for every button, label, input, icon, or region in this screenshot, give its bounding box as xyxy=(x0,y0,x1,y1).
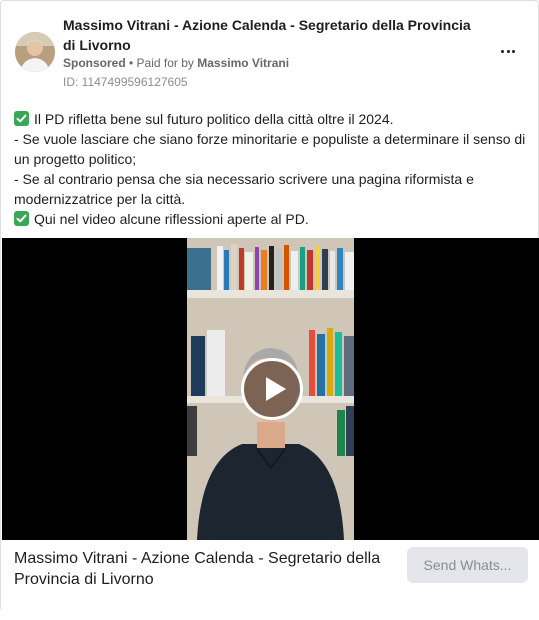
body-line-3: - Se al contrario pensa che sia necessar… xyxy=(14,171,478,207)
sponsored-line: Sponsored • Paid for by Massimo Vitrani xyxy=(63,55,289,71)
ad-id: ID: 1147499596127605 xyxy=(63,75,188,89)
advertiser-name[interactable]: Massimo Vitrani - Azione Calenda - Segre… xyxy=(63,15,483,55)
play-button[interactable] xyxy=(241,358,303,420)
more-options-button[interactable] xyxy=(496,41,520,61)
send-whatsapp-button[interactable]: Send Whats... xyxy=(407,547,528,583)
avatar-image xyxy=(15,32,55,72)
paid-for-prefix: • Paid for by xyxy=(125,56,198,70)
video-player[interactable] xyxy=(2,238,539,540)
more-horizontal-icon xyxy=(501,49,505,53)
payer-name[interactable]: Massimo Vitrani xyxy=(197,56,289,70)
ad-footer: Massimo Vitrani - Azione Calenda - Segre… xyxy=(2,540,539,612)
body-line-4: Qui nel video alcune riflessioni aperte … xyxy=(14,209,529,229)
check-mark-icon xyxy=(14,111,29,126)
ad-body-text: Il PD rifletta bene sul futuro politico … xyxy=(14,109,529,229)
ad-header: Massimo Vitrani - Azione Calenda - Segre… xyxy=(13,11,528,91)
advertiser-avatar[interactable] xyxy=(15,32,55,72)
footer-headline[interactable]: Massimo Vitrani - Azione Calenda - Segre… xyxy=(14,548,394,590)
sponsored-label: Sponsored xyxy=(63,56,126,70)
body-line-2: - Se vuole lasciare che siano forze mino… xyxy=(14,131,530,167)
check-mark-icon xyxy=(14,211,29,226)
ad-card: Massimo Vitrani - Azione Calenda - Segre… xyxy=(0,0,539,612)
play-icon xyxy=(266,377,286,401)
body-line-1: Il PD rifletta bene sul futuro politico … xyxy=(14,109,529,129)
